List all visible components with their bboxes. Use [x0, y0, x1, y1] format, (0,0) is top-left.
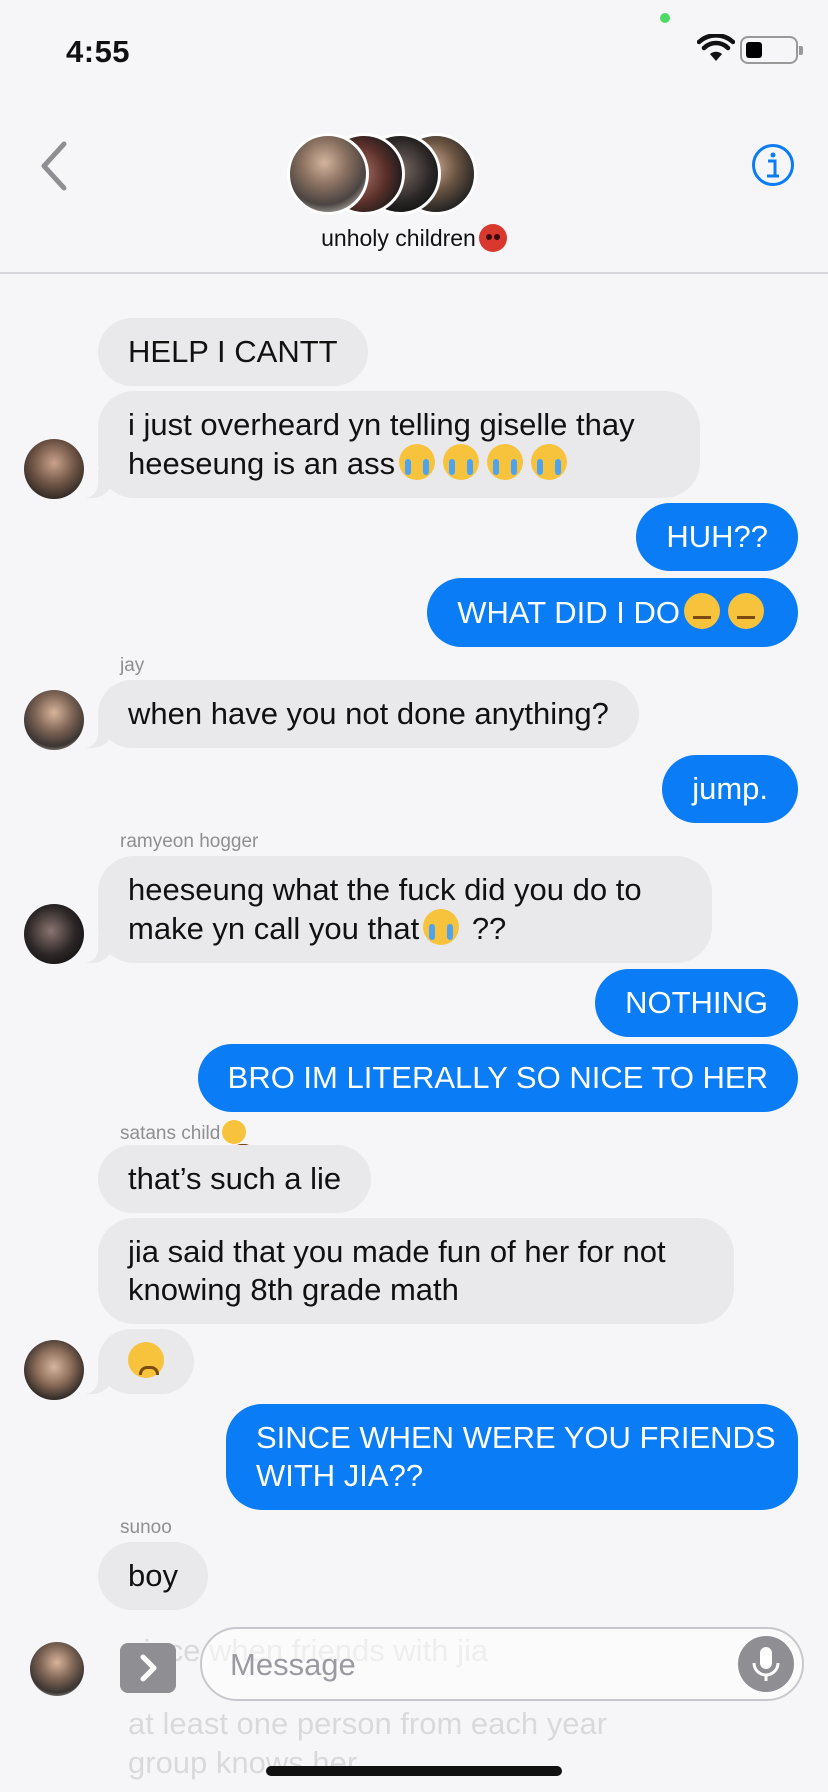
loudly-crying-emoji-icon	[423, 909, 460, 945]
message-text: make yn call you that	[128, 911, 420, 946]
ogre-emoji-icon	[478, 224, 507, 252]
message-bubble-outgoing[interactable]: NOTHING	[595, 969, 798, 1037]
message-line: i just overheard yn telling giselle thay	[128, 407, 635, 442]
loudly-crying-emoji-icon	[443, 444, 480, 480]
composer-bar	[0, 1600, 828, 1736]
message-bubble-incoming[interactable]: that’s such a lie	[98, 1145, 372, 1213]
message-text: WHAT DID I DO	[457, 595, 680, 630]
sender-avatar[interactable]	[24, 690, 84, 750]
message-text: ??	[463, 911, 507, 946]
message-line: SINCE WHEN WERE YOU FRIENDS	[256, 1420, 776, 1455]
message-bubble-incoming[interactable]: HELP I CANTT	[98, 318, 368, 386]
chevron-right-icon	[140, 1654, 157, 1682]
message-field[interactable]	[200, 1627, 804, 1701]
dictation-button[interactable]	[738, 1636, 794, 1692]
message-bubble-outgoing[interactable]: HUH??	[636, 503, 798, 571]
message-line: make yn call you that ??	[128, 909, 682, 948]
status-time: 4:55	[66, 34, 131, 69]
raised-eyebrow-emoji-icon	[728, 593, 764, 629]
camera-indicator-dot	[660, 13, 670, 23]
message-bubble-incoming[interactable]	[76, 1329, 194, 1394]
raised-eyebrow-emoji-icon	[684, 593, 720, 629]
message-bubble-outgoing[interactable]: jump.	[662, 755, 798, 823]
sender-avatar[interactable]	[24, 439, 84, 499]
loudly-crying-emoji-icon	[399, 444, 436, 480]
loudly-crying-emoji-icon	[531, 444, 568, 480]
info-icon[interactable]	[751, 143, 795, 187]
battery-fill	[746, 42, 762, 58]
conversation-header: unholy children	[0, 100, 828, 274]
back-chevron-icon[interactable]	[36, 140, 70, 192]
message-input[interactable]	[230, 1643, 710, 1687]
message-bubble-incoming[interactable]: i just overheard yn telling giselle thay…	[76, 391, 700, 498]
wifi-icon	[697, 34, 735, 61]
message-bubble-incoming[interactable]: jia said that you made fun of her for no…	[98, 1218, 734, 1324]
worried-face-emoji-icon	[128, 1342, 164, 1378]
message-line: jia said that you made fun of her for no…	[128, 1234, 666, 1269]
message-bubble-outgoing[interactable]: BRO IM LITERALLY SO NICE TO HER	[197, 1044, 798, 1112]
sender-avatar[interactable]	[24, 904, 84, 964]
message-bubble-outgoing[interactable]: SINCE WHEN WERE YOU FRIENDS WITH JIA??	[226, 1404, 798, 1510]
memoji-avatar-button[interactable]	[30, 1642, 84, 1696]
message-line: knowing 8th grade math	[128, 1272, 459, 1307]
home-indicator[interactable]	[266, 1766, 562, 1776]
message-text: heeseung is an ass	[128, 446, 396, 481]
sender-name: satans child	[120, 1120, 254, 1153]
worried-face-emoji-icon	[222, 1120, 254, 1153]
message-line: heeseung is an ass	[128, 444, 670, 483]
loudly-crying-emoji-icon	[487, 444, 524, 480]
sender-name: sunoo	[120, 1517, 172, 1538]
message-line: WITH JIA??	[256, 1458, 424, 1493]
group-avatar-1	[287, 133, 369, 215]
sender-avatar[interactable]	[24, 1340, 84, 1400]
app-drawer-button[interactable]	[120, 1643, 176, 1693]
message-line: heeseung what the fuck did you do to	[128, 872, 642, 907]
sender-name-text: satans child	[120, 1123, 221, 1144]
header-divider	[0, 272, 828, 273]
group-title[interactable]: unholy children	[0, 224, 828, 252]
messages-screen: 4:55 unholy children HELP I CANTT i just…	[0, 0, 828, 1792]
battery-icon	[740, 36, 803, 64]
group-name: unholy children	[321, 225, 476, 251]
message-bubble-incoming[interactable]: when have you not done anything?	[76, 680, 639, 748]
message-bubble-outgoing[interactable]: WHAT DID I DO	[427, 578, 798, 647]
group-avatars[interactable]	[287, 133, 477, 215]
message-bubble-incoming[interactable]: heeseung what the fuck did you do to mak…	[76, 856, 712, 963]
sender-name: ramyeon hogger	[120, 831, 259, 852]
status-bar: 4:55	[0, 0, 828, 100]
sender-name: jay	[120, 655, 145, 676]
microphone-icon	[752, 1647, 780, 1681]
